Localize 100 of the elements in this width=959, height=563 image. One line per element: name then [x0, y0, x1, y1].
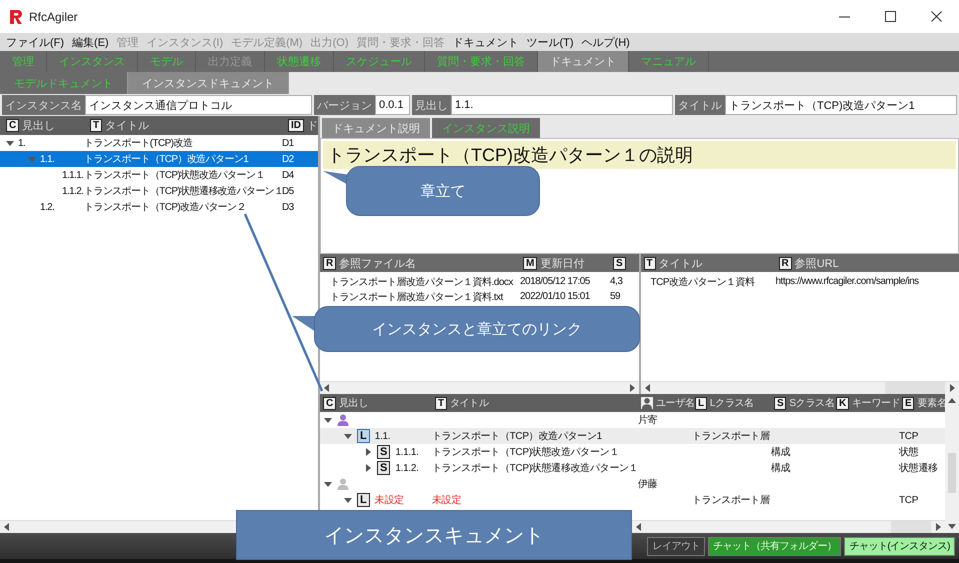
table-cell-text: 構成 [771, 462, 792, 475]
tree-row[interactable]: 1.1. トランスポート（TCP）改造パターン1 D2 [0, 151, 318, 167]
class-badge: S [377, 445, 390, 459]
column-badge: T [90, 119, 102, 132]
scrollbar-thumb[interactable] [948, 453, 956, 493]
column-header: タイトル [450, 397, 489, 410]
column-badge: E [902, 396, 914, 410]
table-cell-text: TCP改造パターン１資料 [650, 276, 756, 288]
column-header: Sクラス名 [789, 397, 835, 410]
field-label: タイトル [675, 95, 725, 115]
tree-toggle-icon[interactable] [324, 480, 332, 488]
menu-item[interactable]: 編集(E) [72, 34, 109, 50]
table-cell-text: 2022/01/10 15:01 [520, 291, 591, 302]
menu-item[interactable]: ドキュメント [452, 34, 518, 50]
horizontal-scrollbar[interactable] [632, 520, 945, 533]
tree-row[interactable]: S 1.1.2. トランスポート（TCP)状態遷移改造パターン１ 構成 状態遷移 [320, 460, 945, 476]
tree-toggle-icon[interactable] [28, 155, 36, 163]
table-cell-text: トランスポート層改造パターン１資料.txt [329, 290, 504, 304]
tree-row[interactable]: L 未設定 未設定 トランスポート層 TCP [320, 492, 945, 508]
close-icon[interactable] [930, 11, 942, 22]
table-cell-text: 伊藤 [638, 478, 658, 491]
column-header: ユーザ名 [656, 397, 695, 410]
minimize-icon[interactable] [838, 16, 850, 18]
tree-row[interactable]: 1.1.2.トランスポート（TCP)状態遷移改造パターン１D5 [0, 183, 318, 199]
menu-item[interactable]: ヘルプ(H) [582, 34, 630, 50]
status-button[interactable]: チャット（共有フォルダー） [708, 536, 842, 556]
table-cell-text: D1 [282, 138, 295, 148]
tree-toggle-icon[interactable] [364, 448, 372, 456]
table-cell-text: 状態遷移 [899, 462, 939, 475]
tree-toggle-icon[interactable] [344, 496, 352, 504]
table-cell-text: D4 [282, 170, 295, 180]
maximize-icon[interactable] [884, 11, 896, 22]
input-field[interactable]: トランスポート（TCP)改造パターン1 [725, 95, 957, 115]
tree-title: トランスポート(TCP)改造 [84, 136, 194, 150]
vertical-scrollbar[interactable] [945, 394, 959, 533]
field-label: バージョン [314, 95, 375, 115]
tree-row[interactable]: 1. トランスポート(TCP)改造 D1 [0, 135, 318, 151]
tree-heading: 1.1.1. [395, 446, 419, 458]
status-button[interactable]: レイアウト [647, 536, 705, 556]
tree-title: トランスポート（TCP）改造パターン1 [84, 152, 250, 166]
input-field[interactable]: 0.0.1 [375, 95, 410, 115]
description-heading: トランスポート（TCP)改造パターン１の説明 [323, 141, 956, 169]
table-cell-text: トランスポート層改造パターン１資料.docx [329, 276, 514, 288]
table-cell-text: 構成 [771, 446, 792, 459]
tree-row[interactable]: 伊藤 [320, 476, 945, 492]
tree-row[interactable]: 1.1.1.トランスポート（TCP)状態改造パターン１ D4 [0, 167, 318, 183]
tree-toggle-icon[interactable] [364, 464, 372, 472]
tree-row[interactable]: S 1.1.1. トランスポート（TCP)状態改造パターン１ 構成 状態 [320, 444, 945, 460]
class-badge: L [357, 429, 370, 443]
tree-heading: 1.2. [40, 202, 54, 212]
tree-toggle-icon[interactable] [6, 139, 14, 147]
horizontal-scrollbar[interactable] [0, 520, 236, 533]
tree-row[interactable]: 1.2. トランスポート（TCP)改造パターン２ D3 [0, 199, 318, 215]
scroll-left-icon[interactable] [4, 523, 10, 531]
tree-heading: 未設定 [374, 494, 404, 507]
scroll-left-icon[interactable] [636, 523, 642, 531]
scrollbar-thumb[interactable] [891, 521, 931, 533]
input-field[interactable]: 1.1. [451, 95, 673, 115]
callout: インスタンスキュメント [236, 510, 632, 560]
menu-item[interactable]: ファイル(F) [6, 34, 64, 50]
table-cell-text: トランスポート層 [692, 494, 771, 507]
column-badge: S [774, 396, 786, 410]
tree-toggle-icon[interactable] [344, 432, 352, 440]
tree-row[interactable]: 片寄 [320, 412, 945, 428]
field-label: インスタンス名 [2, 95, 85, 115]
column-header: 見出し [22, 119, 56, 133]
table-cell-text: 片寄 [638, 414, 658, 427]
table-cell-text: トランスポート層 [692, 430, 771, 443]
scroll-right-icon[interactable] [949, 384, 955, 392]
table-cell-text: 状態 [899, 446, 920, 459]
scroll-left-icon[interactable] [324, 384, 330, 392]
tree-heading: 1.1. [374, 430, 390, 442]
tree-title: トランスポート（TCP)状態改造パターン１ [432, 446, 620, 459]
scroll-left-icon[interactable] [644, 384, 650, 392]
field-label: 見出し [412, 95, 451, 115]
horizontal-scrollbar[interactable] [320, 381, 638, 394]
tree-title: トランスポート（TCP)状態改造パターン１ [84, 168, 266, 182]
column-header: Lクラス名 [710, 397, 754, 410]
table-cell-text: https://www.rfcagiler.com/sample/ins [776, 276, 920, 287]
scroll-right-icon[interactable] [628, 384, 634, 392]
scrollbar-thumb[interactable] [885, 382, 945, 394]
scroll-up-icon[interactable] [948, 398, 956, 404]
app-logo-icon [10, 10, 23, 24]
table-cell-text: D2 [282, 154, 295, 164]
table-cell-text: 2018/05/12 17:05 [520, 276, 591, 287]
tree-heading: 1.1. [40, 154, 54, 164]
column-badge: S [613, 256, 626, 270]
input-field[interactable]: インスタンス通信プロトコル [85, 95, 312, 115]
scroll-right-icon[interactable] [935, 523, 941, 531]
status-button[interactable]: チャット(インスタンス) [844, 536, 955, 556]
tree-title: トランスポート（TCP)状態遷移改造パターン１ [432, 462, 638, 475]
tree-heading: 1.1.2. [62, 186, 84, 196]
tree-toggle-icon[interactable] [324, 416, 332, 424]
horizontal-scrollbar[interactable] [640, 381, 959, 394]
tree-row[interactable]: L 1.1. トランスポート（TCP）改造パターン1 トランスポート層 TCP [320, 428, 945, 444]
column-badge: R [778, 256, 792, 270]
scroll-down-icon[interactable] [948, 523, 956, 529]
class-badge: S [377, 461, 390, 475]
column-badge: ID [288, 119, 304, 132]
menu-item[interactable]: ツール(T) [526, 34, 574, 50]
